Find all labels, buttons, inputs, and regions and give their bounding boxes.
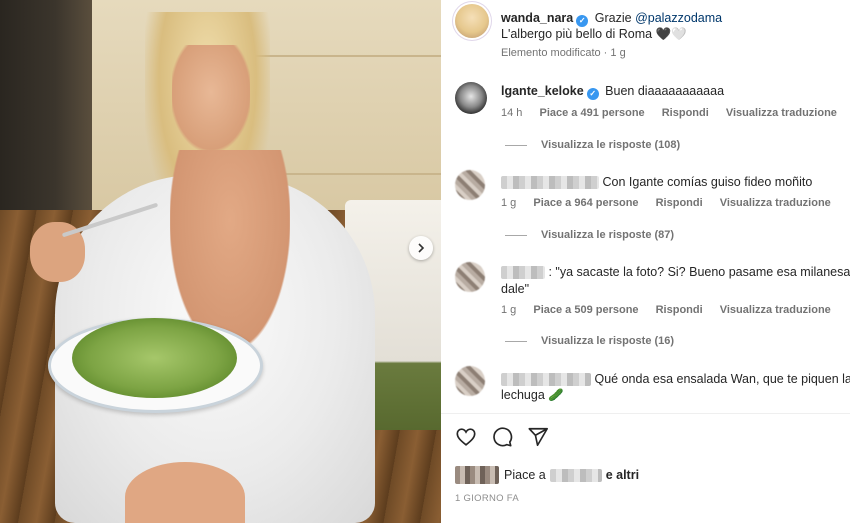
photo-salad (72, 318, 237, 398)
comment-4-text-line-1: Qué onda esa ensalada Wan, que te piquen… (501, 371, 850, 387)
comment-3-meta: 1 g Piace a 509 persone Rispondi Visuali… (501, 304, 845, 316)
edited-time: 1 g (610, 47, 626, 59)
view-replies-button[interactable]: Visualizza le risposte (87) (505, 229, 674, 241)
likes-prefix: Piace a (504, 468, 546, 482)
comment-reply-button[interactable]: Rispondi (656, 197, 703, 209)
heart-icon[interactable] (455, 426, 477, 448)
comment-3-text-line-1: : "ya sacaste la foto? Si? Bueno pasame … (501, 264, 850, 280)
comment-2-meta: 1 g Piace a 964 persone Rispondi Visuali… (501, 197, 845, 209)
comment-icon[interactable] (491, 426, 513, 448)
caption-mention[interactable]: @palazzodama (635, 11, 722, 25)
view-replies-button[interactable]: Visualizza le risposte (16) (505, 335, 674, 347)
photo-leg (125, 462, 245, 523)
comment-likes-link[interactable]: Piace a 964 persone (533, 197, 638, 209)
photo-door (0, 0, 92, 215)
chevron-right-icon (418, 243, 425, 253)
post-likes[interactable]: Piace a e altri (455, 466, 639, 484)
comment-translate-button[interactable]: Visualizza traduzione (720, 304, 831, 316)
comment-likes-link[interactable]: Piace a 509 persone (533, 304, 638, 316)
comment-text: Buen diaaaaaaaaaaa (605, 84, 725, 98)
post-timestamp: 1 GIORNO FA (455, 493, 520, 504)
likes-suffix[interactable]: e altri (606, 468, 639, 482)
comment-text: Qué onda esa ensalada Wan, que te piquen… (594, 372, 850, 386)
divider (441, 413, 850, 414)
comment-username-redacted[interactable] (501, 176, 599, 190)
comment-likes-link[interactable]: Piace a 491 persone (539, 107, 644, 119)
comment-username[interactable]: lgante_keloke (501, 84, 584, 98)
comment-1-meta: 14 h Piace a 491 persone Rispondi Visual… (501, 107, 850, 119)
author-avatar[interactable] (455, 4, 489, 38)
caption-line-2: L'albergo più bello di Roma 🖤🤍 (501, 27, 687, 41)
verified-badge-icon: ✓ (586, 88, 599, 100)
post-actions (455, 426, 549, 448)
comments-panel: wanda_nara ✓ Grazie @palazzodama L'alberg… (441, 0, 850, 523)
comment-username-redacted[interactable] (501, 373, 591, 387)
edited-label: Elemento modificato (501, 47, 601, 59)
comment-text: Con Igante comías guiso fideo moñito (602, 175, 813, 189)
comment-2-text-line: Con Igante comías guiso fideo moñito (501, 174, 812, 190)
comment-time: 14 h (501, 107, 523, 119)
comment-reply-button[interactable]: Rispondi (662, 107, 709, 119)
view-replies-button[interactable]: Visualizza le risposte (108) (505, 139, 680, 151)
photo-face (172, 45, 250, 150)
view-replies-label: Visualizza le risposte (87) (541, 229, 675, 241)
comment-translate-button[interactable]: Visualizza traduzione (726, 107, 837, 119)
comment-4-text-line-2: lechuga 🥒 (501, 388, 564, 402)
share-icon[interactable] (527, 426, 549, 448)
comment-3-text-line-2: dale" (501, 282, 530, 296)
comment-username-redacted[interactable] (501, 266, 545, 280)
view-replies-label: Visualizza le risposte (16) (541, 335, 675, 347)
comment-avatar[interactable] (455, 366, 485, 396)
carousel-next-button[interactable] (409, 236, 433, 260)
caption-line-1: wanda_nara ✓ Grazie @palazzodama (501, 10, 722, 27)
comment-reply-button[interactable]: Rispondi (656, 304, 703, 316)
caption-meta: Elemento modificato · 1 g (501, 47, 626, 59)
comment-avatar[interactable] (455, 262, 485, 292)
comment-text: : "ya sacaste la foto? Si? Bueno pasame … (548, 265, 850, 279)
post-photo[interactable] (0, 0, 441, 523)
comment-translate-button[interactable]: Visualizza traduzione (720, 197, 831, 209)
view-replies-label: Visualizza le risposte (108) (541, 139, 681, 151)
comment-time: 1 g (501, 304, 517, 316)
comment-avatar[interactable] (455, 170, 485, 200)
likers-avatars (455, 466, 499, 484)
comment-time: 1 g (501, 197, 517, 209)
comment-avatar[interactable] (455, 82, 487, 114)
liker-username-redacted[interactable] (549, 468, 602, 482)
author-username[interactable]: wanda_nara (501, 11, 573, 25)
caption-prefix: Grazie (594, 11, 632, 25)
comment-1-text-line: lgante_keloke ✓ Buen diaaaaaaaaaaa (501, 83, 724, 100)
